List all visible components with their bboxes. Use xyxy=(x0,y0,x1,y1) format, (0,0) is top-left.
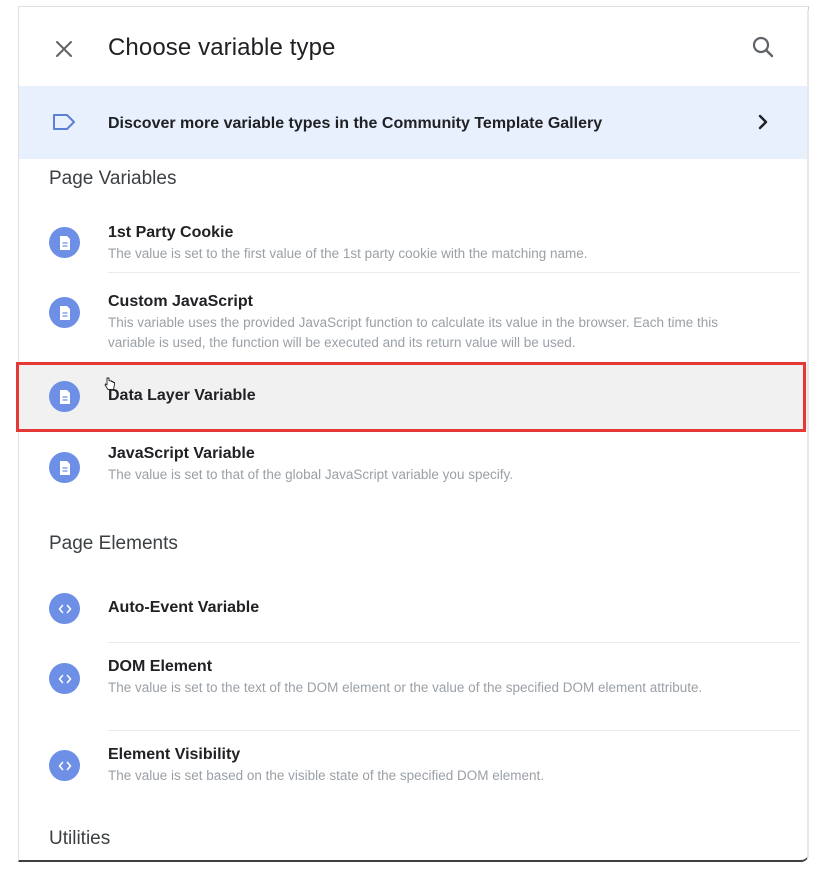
variable-type-custom-javascript[interactable]: Custom JavaScript This variable uses the… xyxy=(19,274,808,362)
document-icon xyxy=(49,452,80,483)
section-title-utilities: Utilities xyxy=(49,828,111,849)
community-gallery-text: Discover more variable types in the Comm… xyxy=(108,115,603,132)
close-button[interactable] xyxy=(49,34,79,64)
document-icon xyxy=(49,381,80,412)
divider xyxy=(108,272,800,273)
item-description: This variable uses the provided JavaScri… xyxy=(108,315,719,350)
item-title: Element Visibility xyxy=(108,746,241,763)
panel-header: Choose variable type xyxy=(19,6,808,85)
document-icon xyxy=(49,297,80,328)
variable-type-auto-event-variable[interactable]: Auto-Event Variable xyxy=(19,576,808,640)
variable-type-dom-element[interactable]: DOM Element The value is set to the text… xyxy=(19,644,808,728)
page-title: Choose variable type xyxy=(108,34,336,61)
chevron-right-icon xyxy=(758,114,768,130)
item-title: 1st Party Cookie xyxy=(108,224,234,241)
item-description: The value is set based on the visible st… xyxy=(108,768,544,783)
label-tag-icon xyxy=(53,114,75,130)
search-icon xyxy=(752,36,774,58)
variable-type-element-visibility[interactable]: Element Visibility The value is set base… xyxy=(19,732,808,798)
variable-type-1st-party-cookie[interactable]: 1st Party Cookie The value is set to the… xyxy=(19,210,808,274)
code-icon xyxy=(49,593,80,624)
item-title: Custom JavaScript xyxy=(108,293,253,310)
divider xyxy=(108,730,800,731)
close-icon xyxy=(56,41,72,57)
divider xyxy=(108,642,800,643)
item-title: Auto-Event Variable xyxy=(108,599,260,616)
item-description: The value is set to the first value of t… xyxy=(108,246,588,261)
item-description: The value is set to that of the global J… xyxy=(108,467,513,482)
item-title: JavaScript Variable xyxy=(108,445,255,462)
variable-type-panel: Choose variable type Discover more varia… xyxy=(18,6,809,862)
community-gallery-link[interactable]: Discover more variable types in the Comm… xyxy=(19,86,808,159)
section-title-page-elements: Page Elements xyxy=(49,533,178,554)
variable-type-data-layer-variable[interactable]: Data Layer Variable xyxy=(19,364,808,430)
item-title: Data Layer Variable xyxy=(108,387,256,404)
item-title: DOM Element xyxy=(108,658,213,675)
section-title-page-variables: Page Variables xyxy=(49,168,177,189)
item-description: The value is set to the text of the DOM … xyxy=(108,680,703,695)
variable-type-javascript-variable[interactable]: JavaScript Variable The value is set to … xyxy=(19,432,808,498)
document-icon xyxy=(49,227,80,258)
code-icon xyxy=(49,750,80,781)
search-button[interactable] xyxy=(747,31,779,63)
code-icon xyxy=(49,663,80,694)
panel-shadow xyxy=(807,10,809,856)
